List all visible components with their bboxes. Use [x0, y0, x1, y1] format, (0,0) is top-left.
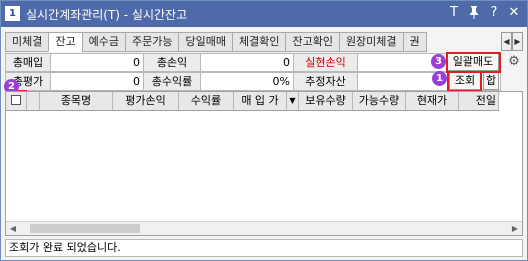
realized-pnl-label: 실현손익 [294, 53, 358, 72]
total-pnl-label: 총손익 [144, 53, 201, 72]
status-bar: 조회가 완료 되었습니다. [5, 239, 523, 257]
scroll-thumb[interactable] [30, 224, 140, 233]
col-return-rate[interactable]: 수익률 [179, 92, 234, 110]
tab-scroll-left-button[interactable]: ◀ [501, 32, 512, 51]
tab-unfilled[interactable]: 미체결 [5, 32, 49, 52]
tab-ledger-unfilled[interactable]: 원장미체결 [338, 32, 403, 52]
total-pnl-value: 0 [201, 53, 294, 72]
title-bar-icons: T ? ✕ [447, 5, 521, 21]
tab-overflow[interactable]: 권 [402, 32, 427, 52]
total-valuation-value: 0 [51, 72, 144, 91]
tab-strip: 미체결 잔고 예수금 주문가능 당일매매 체결확인 잔고확인 원장미체결 권 [5, 32, 501, 52]
select-all-cell[interactable] [6, 92, 27, 110]
estimated-assets-label: 추정자산 [294, 72, 358, 91]
tab-fill-check[interactable]: 체결확인 [231, 32, 286, 52]
total-purchase-label: 총매입 [5, 53, 51, 72]
help-icon[interactable]: ? [487, 5, 501, 21]
summary-row-1: 총매입 0 총손익 0 실현손익 [5, 53, 501, 72]
sum-button[interactable]: 합 [483, 72, 499, 90]
total-return-value: 0% [201, 72, 294, 91]
pin-icon[interactable] [467, 5, 481, 21]
total-purchase-value: 0 [51, 53, 144, 72]
gear-icon[interactable]: ⚙ [506, 54, 522, 70]
close-icon[interactable]: ✕ [507, 5, 521, 21]
total-return-label: 총수익률 [144, 72, 201, 91]
summary-row-2: 총평가 0 총수익률 0% 추정자산 [5, 72, 501, 91]
title-bar: 1 실시간계좌관리(T) - 실시간잔고 T ? ✕ [1, 1, 527, 27]
tab-orderable[interactable]: 주문가능 [125, 32, 179, 52]
col-prev-day[interactable]: 전일 [459, 92, 499, 110]
tab-scroll-right-button[interactable]: ▶ [512, 32, 523, 51]
grid-header: 종목명 평가손익 수익률 매 입 가 ▼ 보유수량 가능수량 현재가 전일 [6, 92, 499, 111]
col-eval-pnl[interactable]: 평가손익 [113, 92, 179, 110]
col-held-qty[interactable]: 보유수량 [299, 92, 353, 110]
col-current-price[interactable]: 현재가 [406, 92, 459, 110]
row-marker-header [27, 92, 40, 110]
horizontal-scrollbar[interactable]: ◀ ▶ [6, 221, 522, 235]
step-1-badge: 1 [432, 71, 447, 86]
account-window: 1 실시간계좌관리(T) - 실시간잔고 T ? ✕ 미체결 잔고 예수금 주문… [0, 0, 528, 261]
tab-daily-trade[interactable]: 당일매매 [178, 32, 232, 52]
balance-grid: 종목명 평가손익 수익률 매 입 가 ▼ 보유수량 가능수량 현재가 전일 ◀ … [5, 91, 523, 236]
window-title: 실시간계좌관리(T) - 실시간잔고 [26, 8, 188, 22]
scroll-right-arrow-icon[interactable]: ▶ [508, 222, 522, 235]
step-3-badge: 3 [431, 54, 446, 69]
col-purchase-price[interactable]: 매 입 가 [234, 92, 287, 110]
col-available-qty[interactable]: 가능수량 [353, 92, 406, 110]
col-sort-dropdown[interactable]: ▼ [287, 92, 299, 110]
text-size-icon[interactable]: T [447, 5, 461, 21]
tab-deposit[interactable]: 예수금 [81, 32, 125, 52]
tab-balance-check[interactable]: 잔고확인 [285, 32, 339, 52]
window-number-badge: 1 [5, 6, 20, 21]
select-all-checkbox[interactable] [11, 95, 21, 105]
tab-balance[interactable]: 잔고 [48, 32, 82, 52]
query-highlight [447, 71, 482, 92]
scroll-left-arrow-icon[interactable]: ◀ [6, 222, 20, 235]
col-stock-name[interactable]: 종목명 [40, 92, 113, 110]
bulk-sell-highlight [446, 52, 501, 73]
